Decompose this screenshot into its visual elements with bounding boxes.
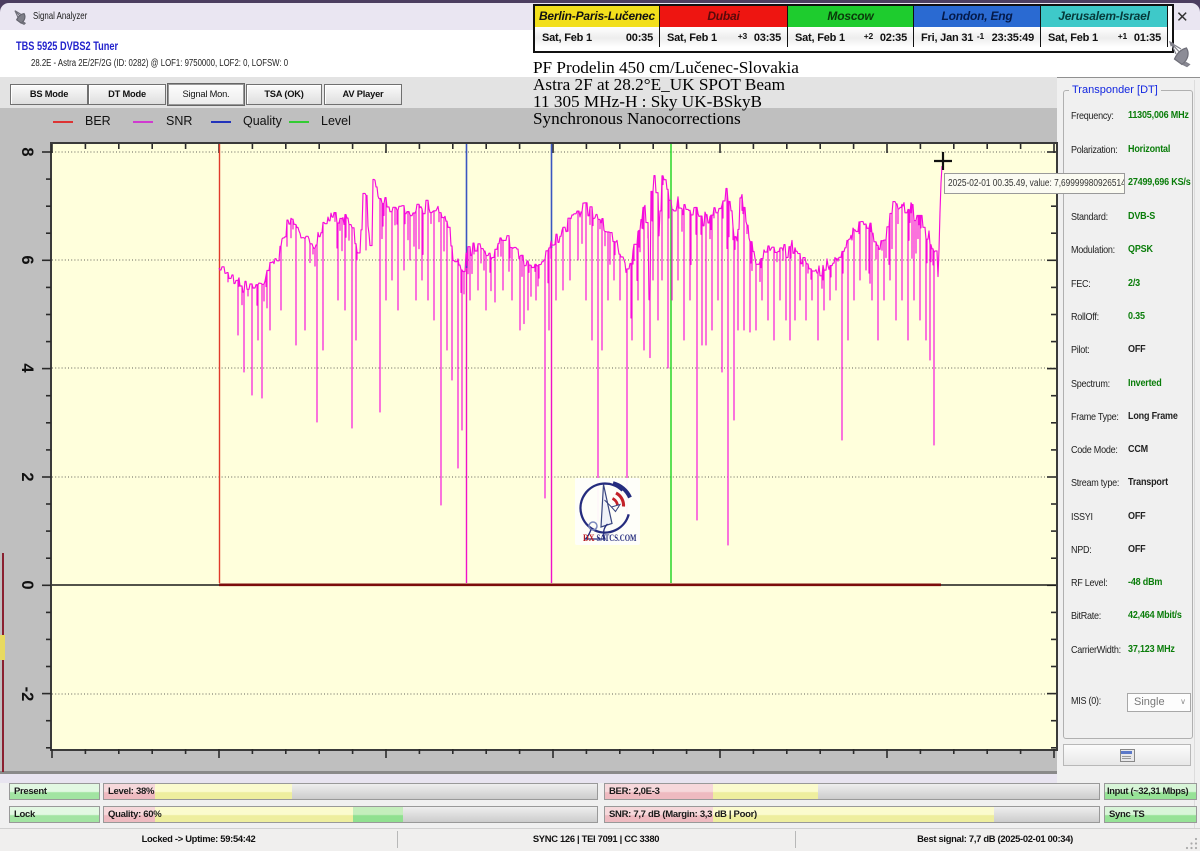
svg-text:4: 4 xyxy=(18,363,36,373)
svg-text:6: 6 xyxy=(18,255,36,264)
svg-text:2: 2 xyxy=(18,472,36,481)
svg-text:0: 0 xyxy=(18,580,36,589)
svg-text:8: 8 xyxy=(18,147,36,156)
svg-text:DX: DX xyxy=(583,533,595,543)
svg-text:SATCS.COM: SATCS.COM xyxy=(597,533,637,543)
svg-text:-2: -2 xyxy=(18,687,36,702)
